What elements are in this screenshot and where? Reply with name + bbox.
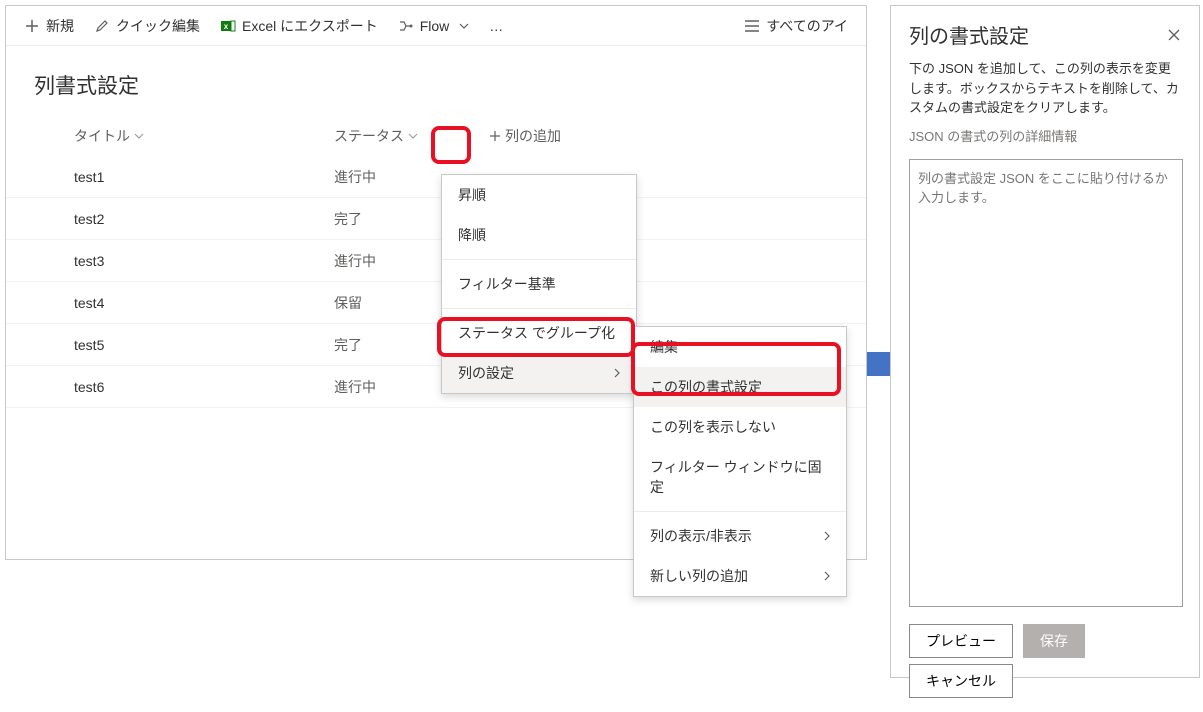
menu-item-sort-desc[interactable]: 降順 [442,215,636,255]
quick-edit-button[interactable]: クイック編集 [84,10,210,42]
column-header-title[interactable]: タイトル [34,126,334,146]
menu-divider [442,308,636,309]
cell-title: test3 [34,253,334,269]
flow-label: Flow [420,18,450,34]
export-excel-button[interactable]: x Excel にエクスポート [210,10,388,42]
edit-icon [94,18,110,34]
chevron-down-icon [408,133,418,139]
hamburger-icon [744,18,760,34]
chevron-right-icon [824,571,830,581]
column-header-title-label: タイトル [74,126,130,146]
menu-divider [442,259,636,260]
overflow-button[interactable]: … [479,10,513,42]
svg-text:x: x [224,22,229,31]
menu-item-sort-asc[interactable]: 昇順 [442,175,636,215]
table-row[interactable]: test1 進行中 [6,156,866,198]
menu-item-label: 列の設定 [458,363,514,383]
export-excel-label: Excel にエクスポート [242,16,378,36]
menu-item-label: 昇順 [458,185,486,205]
views-label: すべてのアイ [766,16,848,36]
cancel-button[interactable]: キャンセル [909,664,1013,698]
menu-item-add-column[interactable]: 新しい列の追加 [634,556,846,596]
column-header-status[interactable]: ステータス [334,126,489,146]
menu-item-label: ステータス でグループ化 [458,323,615,343]
chevron-right-icon [614,368,620,378]
panel-description: 下の JSON を追加して、この列の表示を変更します。ボックスからテキストを削除… [891,59,1199,126]
quick-edit-label: クイック編集 [116,16,200,36]
cell-title: test5 [34,337,334,353]
add-column-button[interactable]: 列の追加 [489,126,561,146]
menu-item-edit-column[interactable]: 編集 [634,327,846,367]
cell-title: test4 [34,295,334,311]
menu-item-filter[interactable]: フィルター基準 [442,264,636,304]
table-row[interactable]: test3 進行中 [6,240,866,282]
menu-item-label: 編集 [650,337,678,357]
menu-item-label: 列の表示/非表示 [650,526,752,546]
menu-item-label: 新しい列の追加 [650,566,748,586]
page-title: 列書式設定 [6,46,866,116]
preview-button[interactable]: プレビュー [909,624,1013,658]
close-button[interactable] [1167,28,1181,42]
cell-title: test1 [34,169,334,185]
plus-icon [24,18,40,34]
column-context-menu: 昇順 降順 フィルター基準 ステータス でグループ化 列の設定 [441,174,637,394]
panel-help-link[interactable]: JSON の書式の列の詳細情報 [891,126,1199,159]
menu-item-show-hide-columns[interactable]: 列の表示/非表示 [634,516,846,556]
menu-item-label: この列を表示しない [650,417,776,437]
list-pane: 新規 クイック編集 x Excel にエクスポート Flow [5,5,867,560]
menu-item-group[interactable]: ステータス でグループ化 [442,313,636,353]
table-row[interactable]: test4 保留 [6,282,866,324]
save-button[interactable]: 保存 [1023,624,1085,658]
menu-item-pin-filter[interactable]: フィルター ウィンドウに固定 [634,447,846,507]
menu-item-label: 降順 [458,225,486,245]
table-row[interactable]: test2 完了 [6,198,866,240]
excel-icon: x [220,18,236,34]
menu-item-column-settings[interactable]: 列の設定 [442,353,636,393]
new-button[interactable]: 新規 [14,10,84,42]
menu-item-label: フィルター ウィンドウに固定 [650,457,830,497]
column-settings-submenu: 編集 この列の書式設定 この列を表示しない フィルター ウィンドウに固定 列の表… [633,326,847,597]
close-icon [1167,28,1181,42]
flow-icon [398,18,414,34]
views-button[interactable]: すべてのアイ [734,10,858,42]
format-column-panel: 列の書式設定 下の JSON を追加して、この列の表示を変更します。ボックスから… [890,5,1200,678]
menu-divider [634,511,846,512]
menu-item-format-column[interactable]: この列の書式設定 [634,367,846,407]
panel-title: 列の書式設定 [909,20,1029,49]
new-button-label: 新規 [46,16,74,36]
cell-title: test2 [34,211,334,227]
menu-item-label: この列の書式設定 [650,377,762,397]
command-bar: 新規 クイック編集 x Excel にエクスポート Flow [6,6,866,46]
add-column-label: 列の追加 [505,126,561,146]
plus-icon [489,130,501,142]
chevron-right-icon [824,531,830,541]
menu-item-hide-column[interactable]: この列を表示しない [634,407,846,447]
column-header-status-label: ステータス [334,126,404,146]
cell-title: test6 [34,379,334,395]
flow-button[interactable]: Flow [388,10,480,42]
overflow-icon: … [489,18,503,34]
column-headers-row: タイトル ステータス 列の追加 [6,116,866,156]
json-textarea[interactable] [909,159,1183,607]
chevron-down-icon [134,133,144,139]
chevron-down-icon [459,23,469,29]
menu-item-label: フィルター基準 [458,274,556,294]
